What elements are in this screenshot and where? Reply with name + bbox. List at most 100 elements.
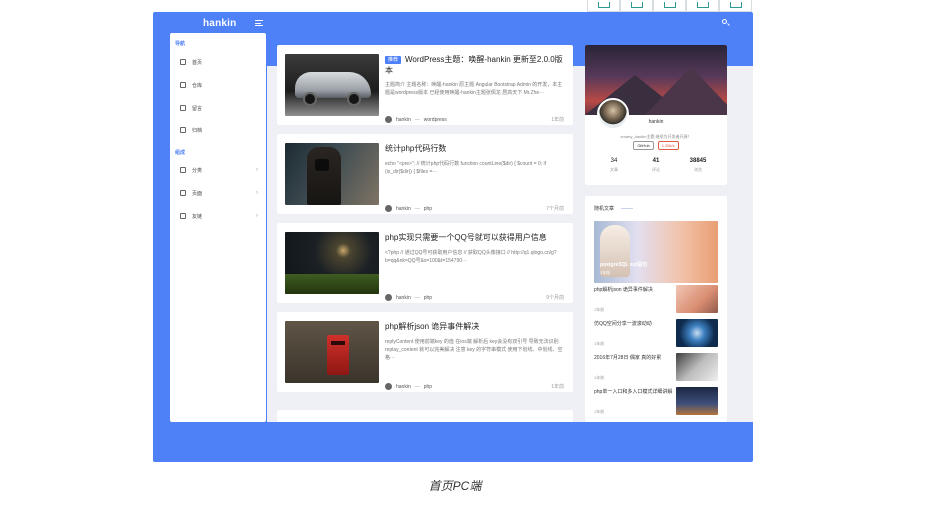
random-heading: 随机文章: [594, 205, 634, 212]
post-card-partial[interactable]: [277, 410, 573, 422]
random-item-thumbnail: [676, 353, 718, 381]
toolbar-button-2[interactable]: [620, 0, 653, 12]
stat-number: 41: [652, 158, 660, 164]
camera-lens: [315, 159, 329, 171]
sidebar-item-label: 仓库: [192, 82, 203, 89]
post-card[interactable]: 统计php代码行数 echo "<pre>"; // 统计php代码行数 fun…: [277, 134, 573, 214]
chevron-right-icon: ›: [256, 190, 258, 196]
random-item-thumbnail: [676, 387, 718, 415]
chevron-right-icon: ›: [256, 213, 258, 219]
toolbar-button-4[interactable]: [686, 0, 719, 12]
post-author[interactable]: hankin: [396, 206, 411, 212]
sidebar-section-compose: 组成: [175, 150, 186, 156]
post-author[interactable]: hankin: [396, 295, 411, 301]
featured-date: 1年前: [600, 270, 611, 275]
post-title[interactable]: 统计php代码行数: [385, 143, 565, 154]
home-icon: [180, 59, 186, 65]
sidebar-item-label: 留言: [192, 105, 203, 112]
featured-article[interactable]: postgreSQL sql语句 1年前: [594, 221, 718, 283]
site-brand[interactable]: hankin: [203, 18, 236, 29]
github-badge[interactable]: GitHub: [633, 141, 654, 150]
search-icon[interactable]: [722, 19, 727, 24]
toolbar-button-1[interactable]: [587, 0, 620, 12]
post-thumbnail[interactable]: [285, 143, 379, 205]
sidebar-item-pages[interactable]: 页面 ›: [180, 188, 260, 198]
page-icon: [180, 190, 186, 196]
meta-separator: —: [414, 116, 420, 123]
post-thumbnail[interactable]: [285, 321, 379, 383]
random-item-date: 1年前: [594, 409, 605, 414]
wheel: [303, 92, 317, 106]
grass-image: [285, 274, 379, 294]
stat-views[interactable]: 38845 浏览: [677, 158, 719, 173]
stat-posts[interactable]: 34 文章: [593, 158, 635, 173]
random-item[interactable]: 2016年7月28日 偶家 真的好累 1年前: [594, 353, 718, 383]
sidebar-item-category[interactable]: 分类 ›: [180, 165, 260, 175]
heading-underline: [621, 208, 634, 209]
meta-separator: —: [414, 294, 420, 301]
post-thumbnail[interactable]: [285, 54, 379, 116]
post-title[interactable]: php解析json 诡异事件解决: [385, 321, 565, 332]
count-badge[interactable]: 1.35k/s: [657, 141, 679, 150]
random-item-title: 仿QQ空间分享一波滚动动: [594, 321, 652, 327]
toolbar-icon: [597, 2, 610, 8]
stat-label: 文章: [610, 167, 618, 172]
sidebar-item-archive[interactable]: 归档: [180, 125, 260, 135]
author-avatar: [385, 205, 392, 212]
random-item[interactable]: php单一入口和多入口模式详细讲解 1年前: [594, 387, 718, 417]
random-item-date: 1年前: [594, 307, 605, 312]
sidebar-item-links[interactable]: 友链 ›: [180, 211, 260, 221]
post-time: 7个月前: [546, 206, 564, 212]
author-avatar: [385, 383, 392, 390]
screenshot-frame: hankin 导航 首页 仓库 留言 归档 组成 分类 › 页面 › 友链 › 推荐 W…: [153, 12, 753, 462]
stat-comments[interactable]: 41 评论: [635, 158, 677, 173]
profile-card: hankin smarty_hankin主题 继续为开发者开源！ GitHub …: [585, 45, 727, 185]
sidebar-item-label: 页面: [192, 190, 203, 197]
post-excerpt: echo "<pre>"; // 统计php代码行数 function coun…: [385, 161, 546, 175]
post-author[interactable]: hankin: [396, 117, 411, 123]
archive-icon: [180, 127, 186, 133]
post-meta: hankin — php: [385, 294, 432, 301]
random-item-thumbnail: [676, 319, 718, 347]
home-icon: [663, 2, 676, 8]
post-card[interactable]: php实现只需要一个QQ号就可以获得用户信息 <?php // 通过QQ号可获取…: [277, 223, 573, 303]
expand-icon: [630, 2, 643, 8]
random-item[interactable]: php解析json 诡异事件解决 1年前: [594, 285, 718, 315]
link-icon: [180, 213, 186, 219]
sidebar-item-repo[interactable]: 仓库: [180, 80, 260, 90]
menu-icon[interactable]: [255, 20, 263, 26]
sidebar-item-label: 友链: [192, 213, 203, 220]
sidebar-item-message[interactable]: 留言: [180, 103, 260, 113]
gear-icon: [729, 2, 742, 8]
random-item-thumbnail: [676, 285, 718, 313]
random-item-title: php解析json 诡异事件解决: [594, 287, 653, 293]
author-avatar: [385, 116, 392, 123]
random-item-date: 1年前: [594, 341, 605, 346]
post-card[interactable]: 推荐 WordPress主题：唤醒-hankin 更新至2.0.0版本 主题简介 …: [277, 45, 573, 125]
post-title[interactable]: php实现只需要一个QQ号就可以获得用户信息: [385, 232, 565, 243]
toolbar-button-5[interactable]: [719, 0, 752, 12]
random-item[interactable]: 仿QQ空间分享一波滚动动 1年前: [594, 319, 718, 349]
toolbar-button-3[interactable]: [653, 0, 686, 12]
sidebar-item-label: 首页: [192, 59, 203, 66]
post-thumbnail[interactable]: [285, 232, 379, 294]
post-category[interactable]: php: [424, 206, 432, 212]
post-category[interactable]: php: [424, 295, 432, 301]
post-author[interactable]: hankin: [396, 384, 411, 390]
author-avatar: [385, 294, 392, 301]
sidebar-item-home[interactable]: 首页: [180, 57, 260, 67]
top-toolbar: [587, 0, 753, 12]
avatar[interactable]: [597, 98, 629, 130]
stat-label: 浏览: [694, 167, 702, 172]
post-card[interactable]: php解析json 诡异事件解决 replyContent 使用前端key 的值…: [277, 312, 573, 392]
post-time: 9个月前: [546, 295, 564, 301]
meta-separator: —: [414, 205, 420, 212]
sidebar-item-label: 分类: [192, 167, 203, 174]
random-heading-text: 随机文章: [594, 206, 615, 212]
post-category[interactable]: php: [424, 384, 432, 390]
post-category[interactable]: wordpress: [424, 117, 447, 123]
random-item-date: 1年前: [594, 375, 605, 380]
chevron-right-icon: ›: [256, 167, 258, 173]
post-title-text: WordPress主题：唤醒-hankin 更新至2.0.0版本: [385, 55, 563, 75]
post-title[interactable]: 推荐 WordPress主题：唤醒-hankin 更新至2.0.0版本: [385, 54, 565, 76]
